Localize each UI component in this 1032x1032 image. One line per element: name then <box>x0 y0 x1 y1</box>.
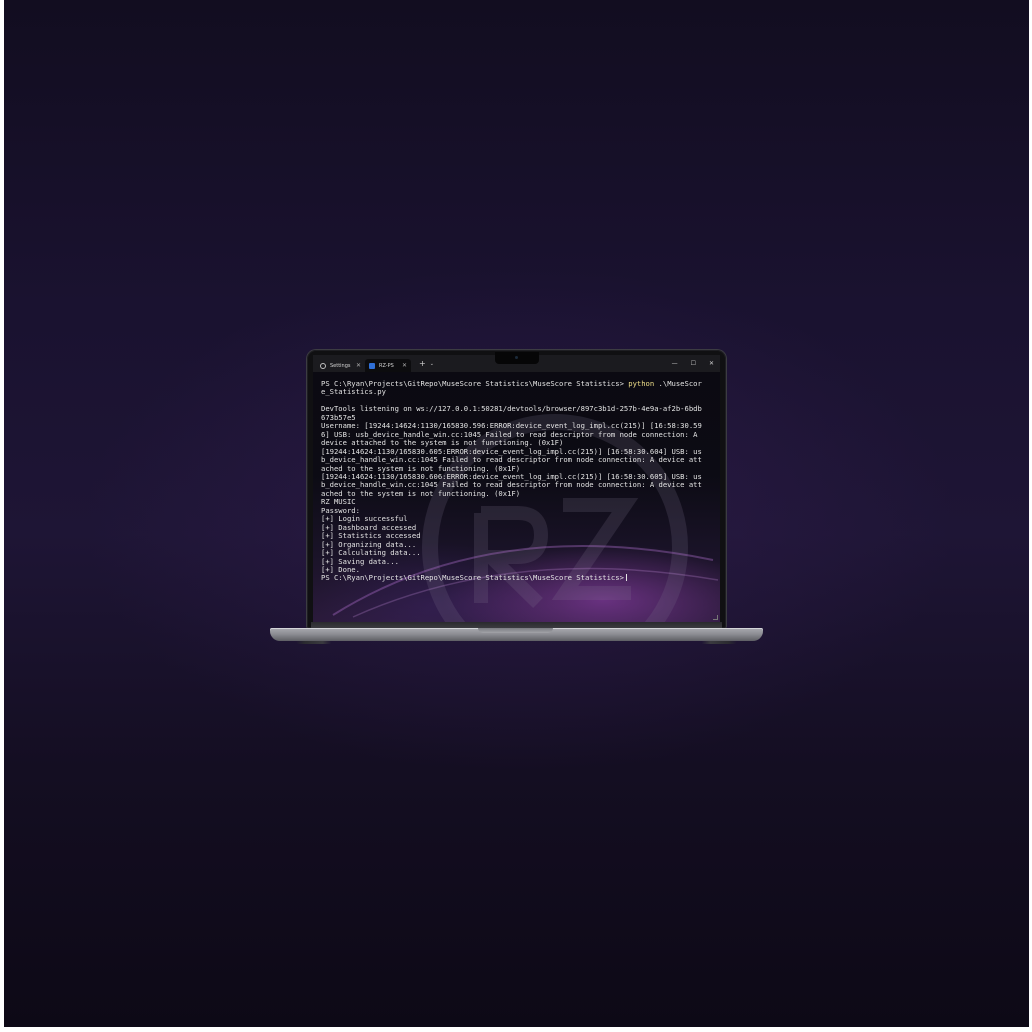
window-controls: — ☐ ✕ <box>659 360 714 367</box>
close-tab-settings-icon[interactable]: ✕ <box>356 362 361 369</box>
output-lines: DevTools listening on ws://127.0.0.1:502… <box>321 404 702 574</box>
minimize-button[interactable]: — <box>672 360 678 367</box>
lid-opening-notch <box>478 628 553 633</box>
tab-dropdown-button[interactable]: ⌄ <box>430 360 434 368</box>
tab-settings-label: Settings <box>330 362 351 369</box>
command-argument: .\MuseScor <box>658 379 702 388</box>
tab-rz-ps-label: RZ-PS <box>379 362 394 369</box>
close-window-button[interactable]: ✕ <box>709 360 714 367</box>
command-argument-wrap: e_Statistics.py <box>321 387 386 397</box>
tab-rz-ps[interactable]: RZ-PS ✕ <box>365 359 411 372</box>
close-tab-rz-ps-icon[interactable]: ✕ <box>402 362 407 369</box>
command: python <box>628 379 655 388</box>
maximize-button[interactable]: ☐ <box>691 360 696 367</box>
command-line: PS C:\Ryan\Projects\GitRepo\MuseScore St… <box>321 379 702 396</box>
terminal-line: DevTools listening on ws://127.0.0.1:502… <box>321 404 702 414</box>
text-cursor <box>625 574 627 582</box>
laptop-feet <box>296 641 737 644</box>
resize-grip-icon[interactable] <box>713 615 718 620</box>
powershell-icon <box>369 362 375 369</box>
final-prompt: PS C:\Ryan\Projects\GitRepo\MuseScore St… <box>321 573 624 583</box>
terminal-output[interactable]: PS C:\Ryan\Projects\GitRepo\MuseScore St… <box>321 379 713 583</box>
new-tab-button[interactable]: + <box>419 359 426 368</box>
camera-icon <box>515 356 518 359</box>
tab-settings[interactable]: Settings ✕ <box>316 359 365 372</box>
laptop-screen: Settings ✕ RZ-PS ✕ + ⌄ — ☐ ✕ PS C:\Ryan\… <box>313 355 720 622</box>
gear-icon <box>320 362 326 369</box>
